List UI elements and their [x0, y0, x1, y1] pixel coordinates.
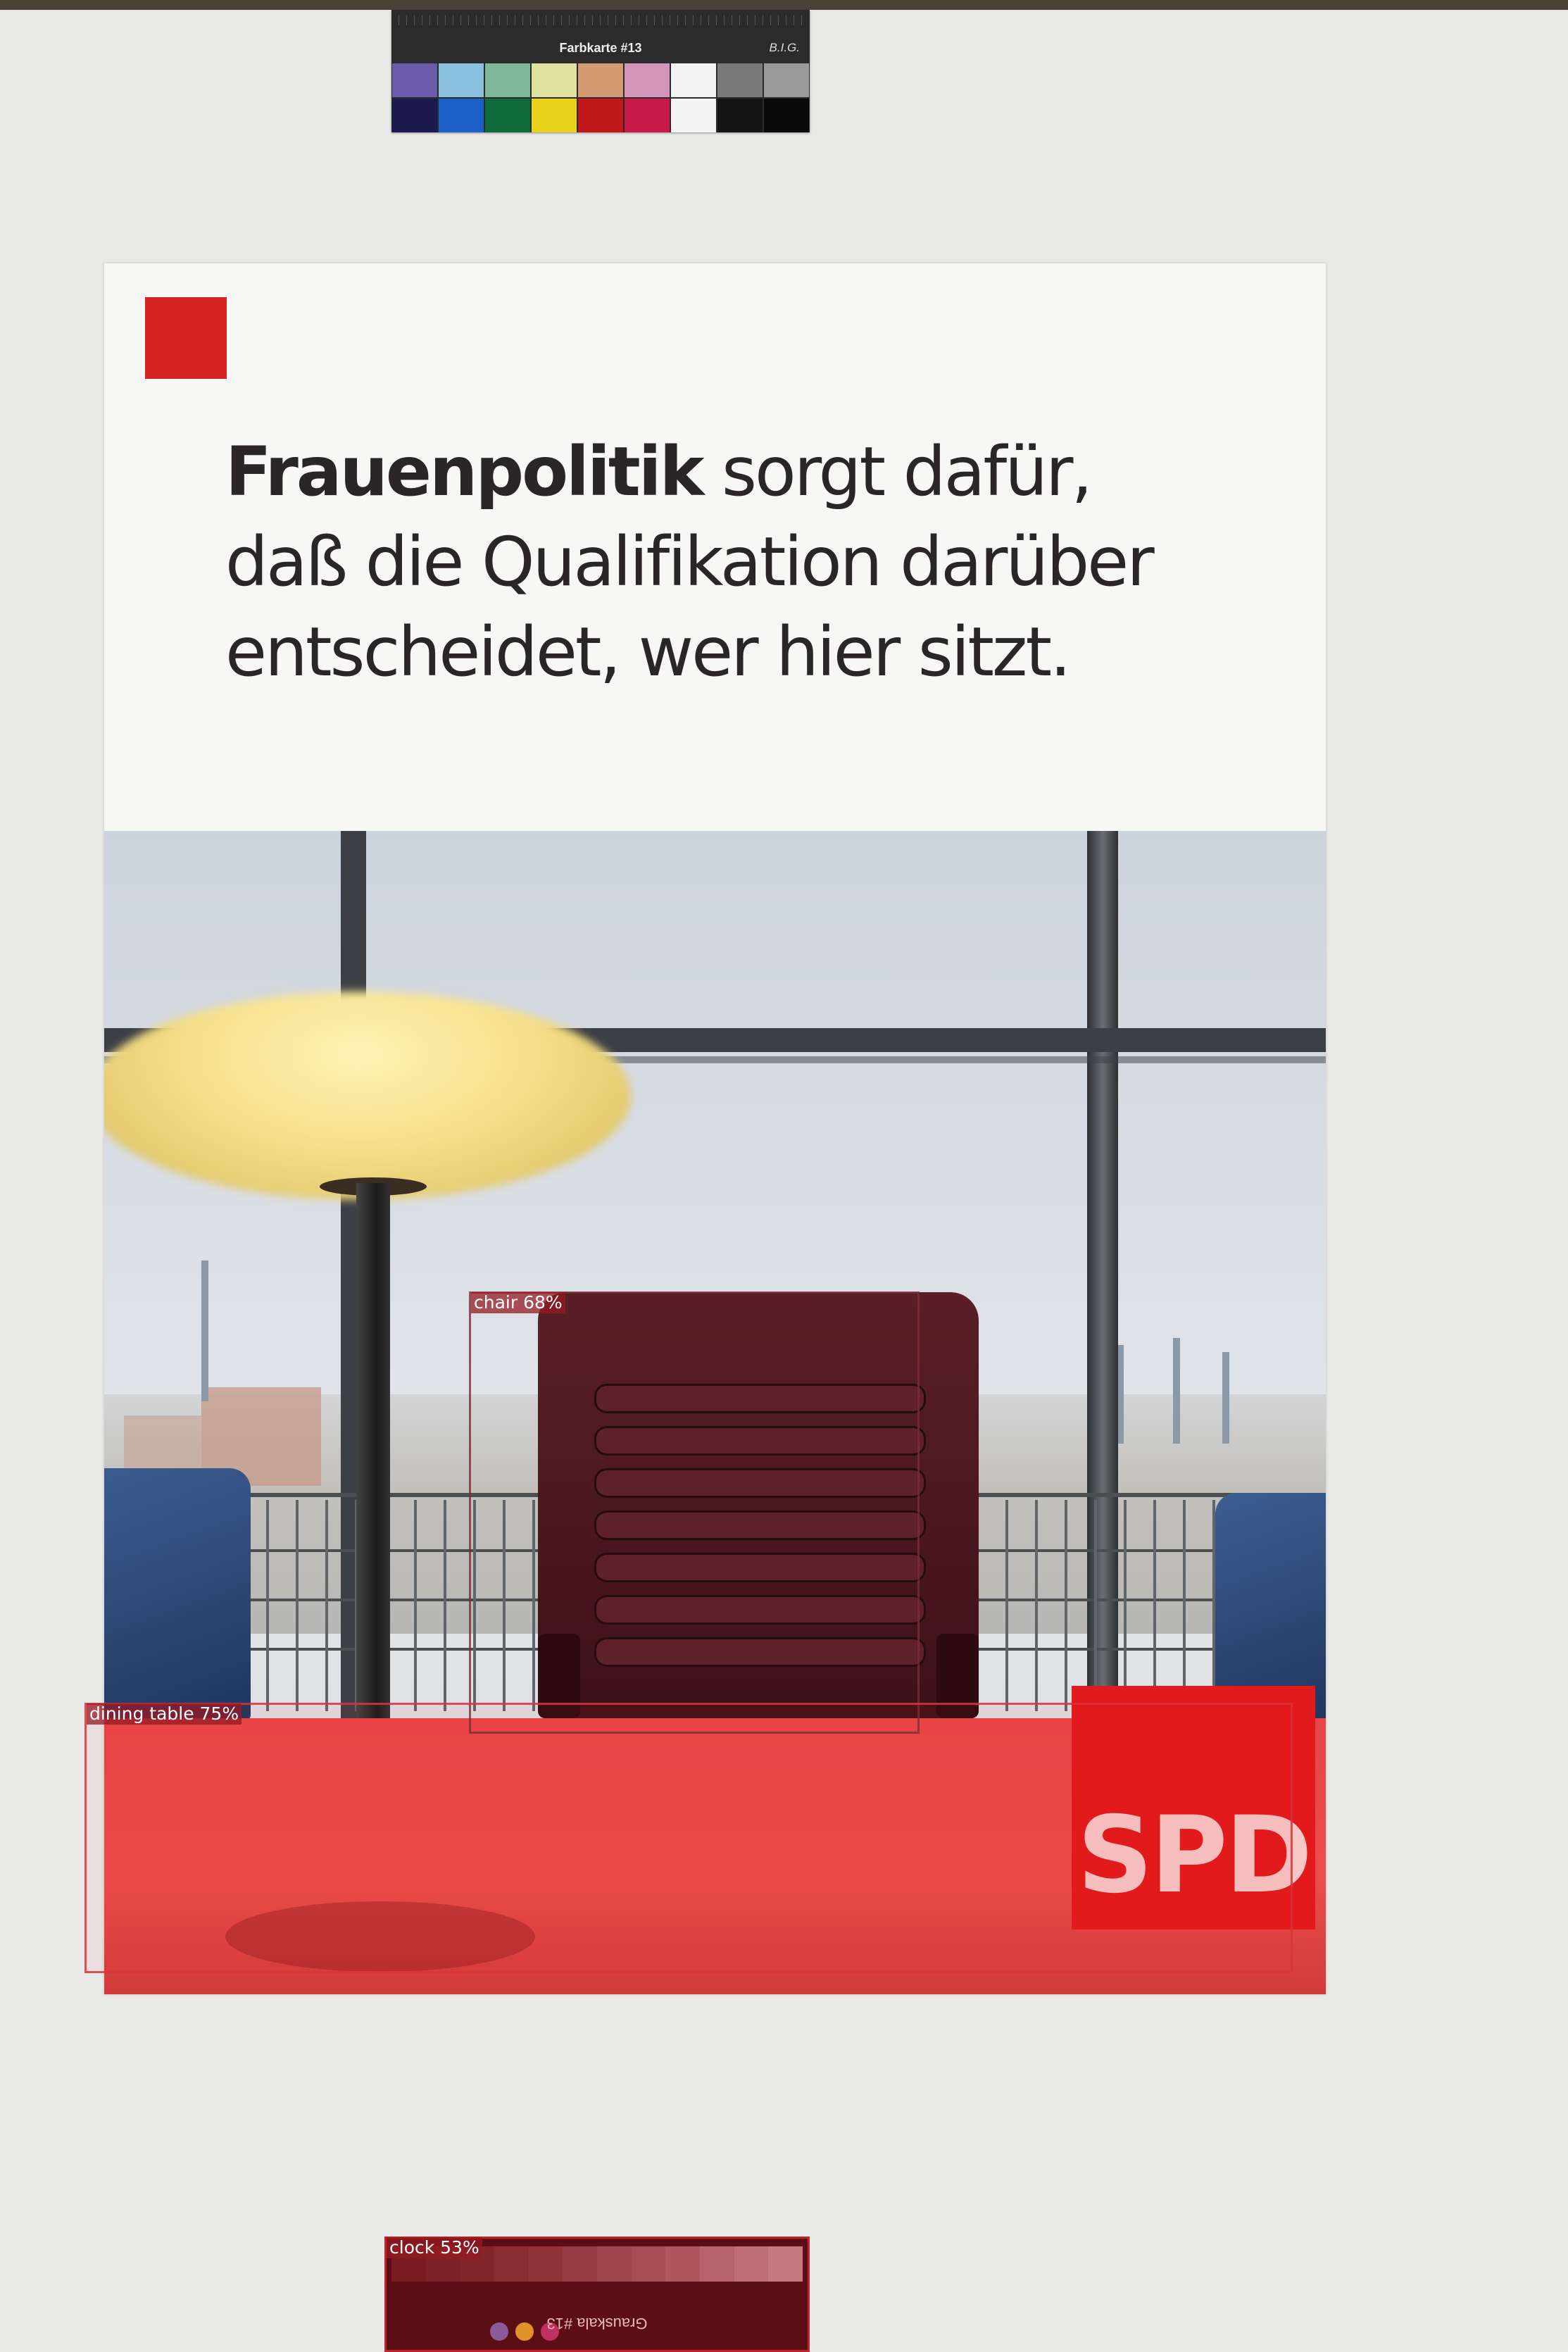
color-swatch: [764, 99, 809, 132]
poster-headline: Frauenpolitik sorgt dafür, daß die Quali…: [225, 427, 1211, 697]
color-swatch: [392, 99, 437, 132]
color-swatch: [485, 99, 530, 132]
color-swatch: [764, 63, 809, 97]
color-swatch: [485, 63, 530, 97]
scan-top-edge: [0, 0, 1568, 10]
color-swatch: [625, 99, 670, 132]
detection-box-dining-table: dining table 75%: [84, 1703, 1293, 1973]
detection-label-dining-table: dining table 75%: [87, 1703, 242, 1725]
color-swatch: [578, 63, 623, 97]
railing-baluster: [266, 1500, 269, 1711]
detection-label-chair: chair 68%: [471, 1292, 565, 1313]
color-swatch: [578, 99, 623, 132]
color-reference-card: Farbkarte #13 B.I.G.: [391, 10, 810, 132]
color-swatch: [717, 63, 763, 97]
color-swatch: [717, 99, 763, 132]
color-swatch: [671, 99, 716, 132]
window-mullion-right: [1087, 831, 1118, 1718]
headline-line-1-rest: sorgt dafür,: [702, 432, 1093, 511]
detection-box-clock: clock 53%: [384, 2237, 810, 2352]
harbor-crane-right-3: [1222, 1352, 1229, 1444]
imprint-fine-print: [1294, 306, 1305, 637]
color-card-brand: B.I.G.: [769, 41, 800, 54]
headline-line-3: entscheidet, wer hier sitzt.: [225, 613, 1072, 692]
color-swatch-row-2: [391, 99, 810, 132]
color-card-title: Farbkarte #13: [559, 41, 642, 55]
color-swatch-row-1: [391, 63, 810, 97]
color-swatch: [625, 63, 670, 97]
color-swatch: [439, 99, 484, 132]
harbor-crane-left: [201, 1261, 208, 1401]
color-swatch: [532, 99, 577, 132]
railing-baluster: [325, 1500, 328, 1711]
card-ruler: [399, 15, 803, 25]
headline-line-1: Frauenpolitik sorgt dafür,: [225, 427, 1211, 517]
railing-baluster: [444, 1500, 446, 1711]
railing-baluster: [1183, 1500, 1186, 1711]
detection-label-clock: clock 53%: [387, 2237, 482, 2258]
headline-strong-word: Frauenpolitik: [225, 432, 704, 511]
railing-baluster: [1124, 1500, 1127, 1711]
color-swatch: [439, 63, 484, 97]
detection-box-chair: chair 68%: [469, 1291, 920, 1734]
railing-baluster: [1153, 1500, 1156, 1711]
headline-line-2: daß die Qualifikation darüber: [225, 523, 1155, 601]
blue-armchair-right: [1215, 1493, 1326, 1718]
color-swatch: [671, 63, 716, 97]
harbor-crane-right-2: [1173, 1338, 1180, 1444]
color-swatch: [392, 63, 437, 97]
railing-baluster: [1065, 1500, 1067, 1711]
railing-baluster: [1005, 1500, 1008, 1711]
railing-baluster: [1035, 1500, 1038, 1711]
floor-lamp-shade: [104, 992, 631, 1200]
railing-baluster: [1094, 1500, 1097, 1711]
red-square-mark: [145, 297, 227, 379]
railing-baluster: [414, 1500, 417, 1711]
color-swatch: [532, 63, 577, 97]
blue-armchair-left: [104, 1468, 251, 1722]
railing-baluster: [296, 1500, 299, 1711]
